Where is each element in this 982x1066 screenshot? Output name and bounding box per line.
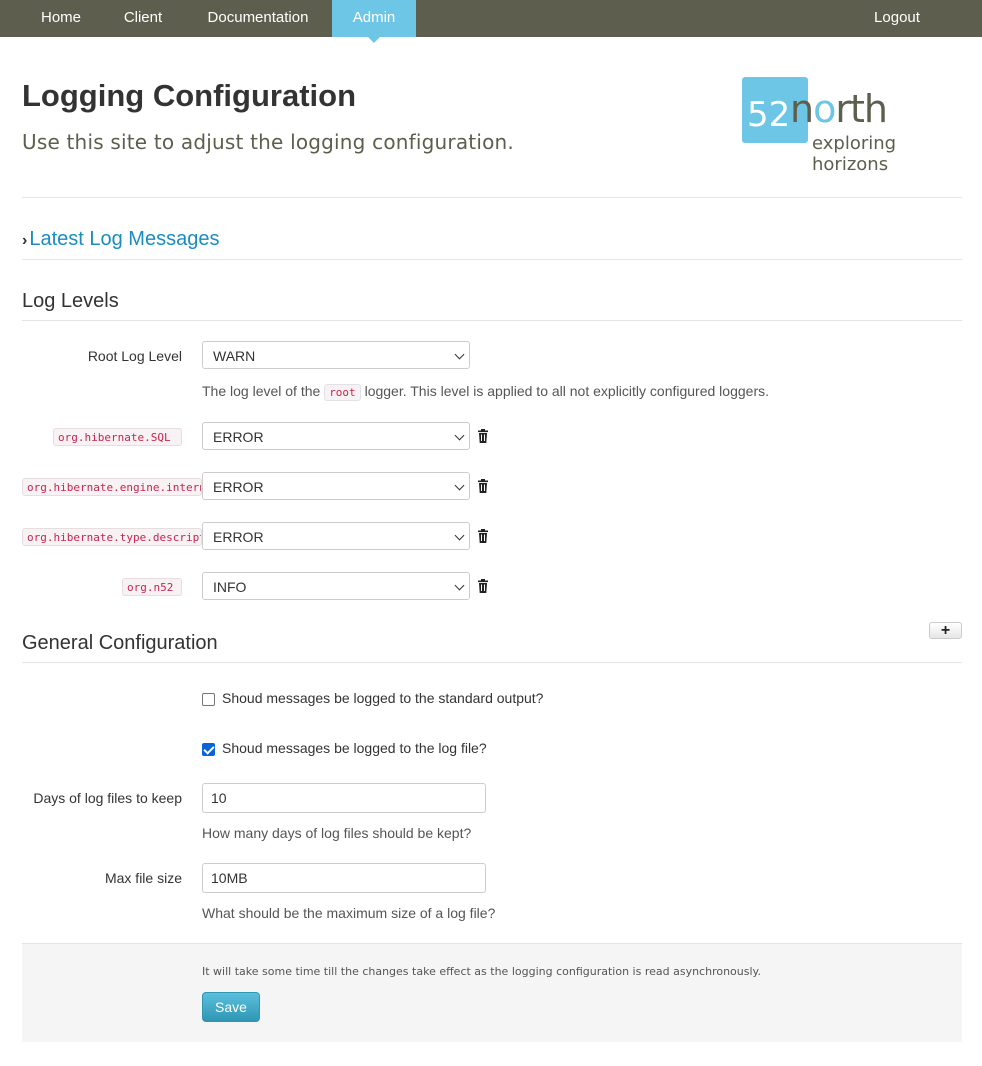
save-button[interactable]: Save xyxy=(202,992,260,1022)
trash-icon[interactable] xyxy=(477,529,489,543)
chevron-down-icon xyxy=(454,580,465,591)
trash-icon[interactable] xyxy=(477,429,489,443)
top-navbar: Home Client Documentation Admin Logout xyxy=(0,0,982,43)
logo-word-o: o xyxy=(813,87,836,131)
add-logger-button[interactable]: + xyxy=(929,622,962,639)
nav-client[interactable]: Client xyxy=(102,0,184,37)
trash-icon[interactable] xyxy=(477,579,489,593)
logo-word-n: n xyxy=(790,87,814,131)
logger-level-select[interactable]: ERROR xyxy=(202,422,470,450)
logfile-checkbox-label[interactable]: Shoud messages be logged to the log file… xyxy=(222,740,487,756)
logo-number: 52 xyxy=(747,95,791,135)
help-text-prefix: The log level of the xyxy=(202,383,321,399)
latest-log-messages-label: Latest Log Messages xyxy=(29,228,220,250)
max-file-size-help: What should be the maximum size of a log… xyxy=(202,905,496,921)
logger-name: org.hibernate.engine.internal xyxy=(22,478,202,496)
stdout-checkbox[interactable] xyxy=(202,693,215,706)
chevron-right-icon: › xyxy=(22,232,28,249)
52north-logo: 52 north exploring horizons xyxy=(742,77,964,175)
chevron-down-icon xyxy=(454,480,465,491)
logger-name: org.hibernate.SQL xyxy=(53,428,182,446)
logger-level-value: ERROR xyxy=(213,529,264,545)
logger-name: org.hibernate.type.descriptor xyxy=(22,528,202,546)
active-caret-icon xyxy=(368,37,380,43)
logo-word: north xyxy=(790,87,888,131)
max-file-size-input[interactable]: 10MB xyxy=(202,863,486,893)
logger-level-value: INFO xyxy=(213,579,247,595)
stdout-checkbox-label[interactable]: Shoud messages be logged to the standard… xyxy=(222,690,543,706)
logfile-checkbox[interactable] xyxy=(202,743,215,756)
nav-home[interactable]: Home xyxy=(22,0,100,37)
log-levels-heading: Log Levels xyxy=(22,290,119,312)
nav-logout[interactable]: Logout xyxy=(852,0,942,37)
logger-level-value: ERROR xyxy=(213,479,264,495)
root-code: root xyxy=(324,384,361,401)
chevron-down-icon xyxy=(454,430,465,441)
nav-admin-label: Admin xyxy=(352,9,396,26)
trash-icon[interactable] xyxy=(477,479,489,493)
days-input[interactable]: 10 xyxy=(202,783,486,813)
divider xyxy=(22,662,962,663)
general-config-heading: General Configuration xyxy=(22,632,218,654)
chevron-down-icon xyxy=(454,530,465,541)
days-help: How many days of log files should be kep… xyxy=(202,825,472,841)
root-log-level-label: Root Log Level xyxy=(87,348,182,364)
logger-name: org.n52 xyxy=(122,578,182,596)
plus-icon: + xyxy=(940,622,951,639)
logo-word-rth: rth xyxy=(835,87,888,131)
page-subtitle: Use this site to adjust the logging conf… xyxy=(22,130,514,154)
help-text-suffix: logger. This level is applied to all not… xyxy=(364,383,769,399)
nav-documentation[interactable]: Documentation xyxy=(186,0,330,37)
form-actions: It will take some time till the changes … xyxy=(22,943,962,1042)
logger-level-select[interactable]: INFO xyxy=(202,572,470,600)
days-label: Days of log files to keep xyxy=(33,790,182,806)
logger-level-select[interactable]: ERROR xyxy=(202,522,470,550)
root-log-level-value: WARN xyxy=(213,348,256,364)
divider xyxy=(22,259,962,260)
latest-log-messages-toggle[interactable]: › Latest Log Messages xyxy=(22,228,219,251)
logger-level-value: ERROR xyxy=(213,429,264,445)
root-log-level-help: The log level of the root logger. This l… xyxy=(202,383,769,401)
logger-level-select[interactable]: ERROR xyxy=(202,472,470,500)
async-note: It will take some time till the changes … xyxy=(202,965,761,978)
divider xyxy=(22,197,962,198)
nav-admin[interactable]: Admin xyxy=(332,0,416,43)
root-log-level-select[interactable]: WARN xyxy=(202,341,470,369)
divider xyxy=(22,320,962,321)
max-file-size-label: Max file size xyxy=(104,870,182,886)
logo-tagline: exploring horizons xyxy=(812,133,897,175)
page-title: Logging Configuration xyxy=(22,78,357,113)
chevron-down-icon xyxy=(454,349,465,360)
